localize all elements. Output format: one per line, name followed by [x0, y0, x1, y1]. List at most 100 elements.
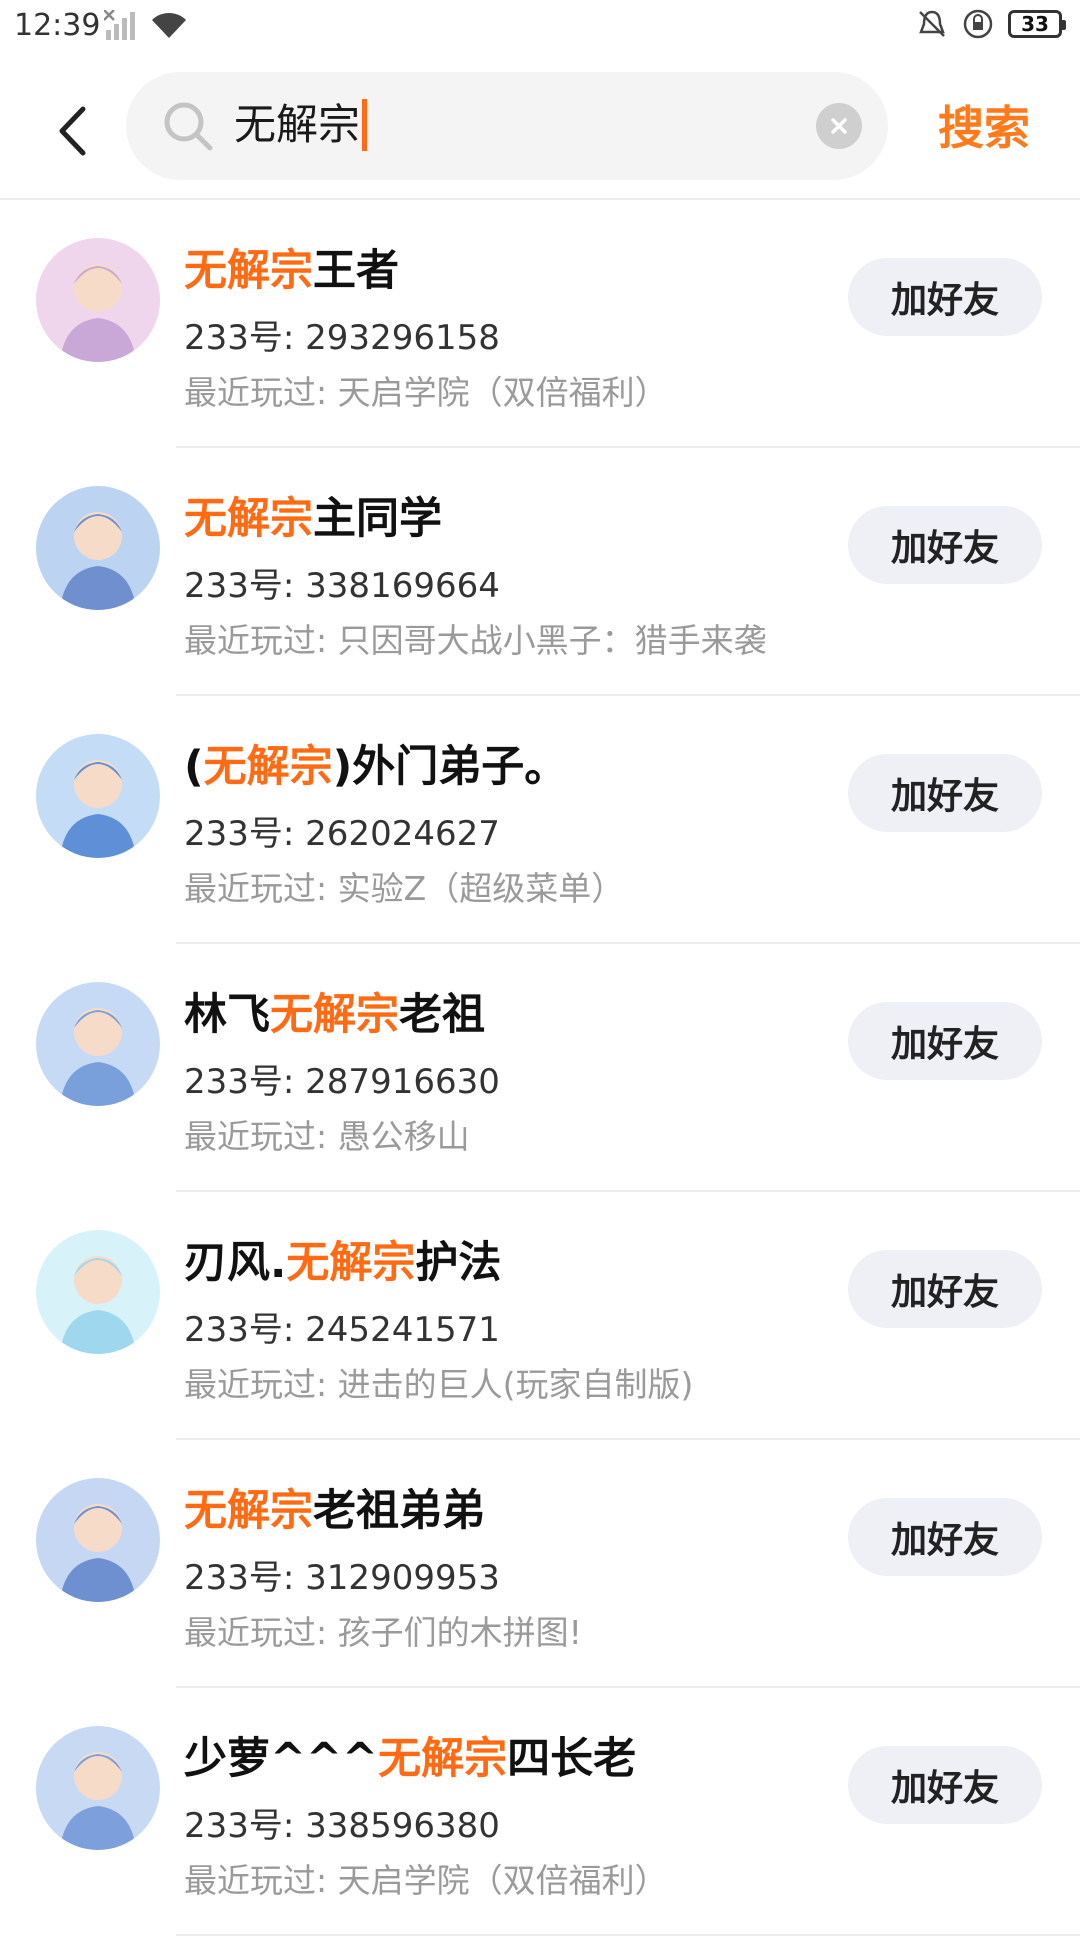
user-result-row[interactable]: (无解宗)外门弟子。 233号: 262024627 最近玩过: 实验Z（超级菜单）…: [0, 696, 1080, 944]
nickname-highlight: 无解宗: [184, 246, 313, 296]
nickname-highlight: 无解宗: [270, 990, 399, 1040]
back-button[interactable]: [44, 96, 100, 166]
nickname-highlight: 无解宗: [184, 494, 313, 544]
text-caret: [362, 99, 368, 151]
recently-played-label: 最近玩过:: [184, 1613, 338, 1652]
avatar-figure-icon: [36, 1478, 160, 1602]
user-avatar[interactable]: [36, 1230, 160, 1354]
user-id-label: 233号:: [184, 566, 306, 606]
cellular-signal-icon: [104, 10, 135, 40]
user-id: 233号: 245241571: [184, 1302, 500, 1351]
nickname-highlight: 无解宗: [184, 1486, 313, 1536]
search-header: 无解宗 搜索: [0, 56, 1080, 200]
nickname-part: 林飞: [184, 990, 270, 1040]
nickname-part: 护法: [415, 1238, 502, 1288]
search-input[interactable]: 无解宗: [234, 92, 794, 158]
user-id: 233号: 293296158: [184, 310, 500, 359]
user-id: 233号: 312909953: [184, 1550, 500, 1599]
user-id: 233号: 262024627: [184, 806, 500, 855]
user-nickname: 少萝^^^无解宗四长老: [184, 1724, 636, 1786]
search-results-list: 无解宗王者 233号: 293296158 最近玩过: 天启学院（双倍福利） 加好友无…: [0, 200, 1080, 1936]
add-friend-button[interactable]: 加好友: [848, 1746, 1042, 1824]
rotation-lock-icon: [963, 9, 993, 39]
recently-played-game: 愚公移山: [337, 1117, 470, 1156]
avatar-figure-icon: [36, 982, 160, 1106]
user-id-label: 233号:: [184, 1558, 306, 1598]
recently-played-game: 孩子们的木拼图!: [337, 1613, 582, 1652]
user-id: 233号: 338169664: [184, 558, 500, 607]
recently-played-game: 实验Z（超级菜单）: [337, 869, 625, 908]
avatar-figure-icon: [36, 238, 160, 362]
nickname-part: 四长老: [507, 1734, 637, 1784]
search-box[interactable]: 无解宗: [126, 72, 888, 180]
recently-played-label: 最近玩过:: [184, 869, 338, 908]
user-result-row[interactable]: 少萝^^^无解宗四长老 233号: 338596380 最近玩过: 天启学院（双倍福…: [0, 1688, 1080, 1936]
add-friend-button[interactable]: 加好友: [848, 1498, 1042, 1576]
nickname-part: 老祖: [399, 990, 485, 1040]
user-avatar[interactable]: [36, 734, 160, 858]
user-id-label: 233号:: [184, 1062, 306, 1102]
mute-bell-icon: [919, 10, 945, 37]
user-id: 233号: 338596380: [184, 1798, 500, 1847]
add-friend-button[interactable]: 加好友: [848, 506, 1042, 584]
recently-played-label: 最近玩过:: [184, 1117, 338, 1156]
recently-played-game: 进击的巨人(玩家自制版): [337, 1365, 694, 1404]
nickname-part: 刃风.: [184, 1238, 287, 1288]
recently-played: 最近玩过: 进击的巨人(玩家自制版): [184, 1358, 693, 1406]
user-avatar[interactable]: [36, 486, 160, 610]
recently-played-game: 只因哥大战小黑子：猎手来袭: [337, 621, 767, 660]
user-result-row[interactable]: 无解宗主同学 233号: 338169664 最近玩过: 只因哥大战小黑子：猎手来袭…: [0, 448, 1080, 696]
clear-search-button[interactable]: [816, 103, 862, 149]
user-avatar[interactable]: [36, 982, 160, 1106]
user-id: 233号: 287916630: [184, 1054, 500, 1103]
recently-played-label: 最近玩过:: [184, 1861, 338, 1900]
nickname-part: 少萝^^^: [184, 1734, 379, 1784]
user-id-label: 233号:: [184, 1310, 306, 1350]
nickname-part: (: [184, 742, 204, 792]
recently-played: 最近玩过: 天启学院（双倍福利）: [184, 366, 668, 414]
user-id-value: 312909953: [305, 1558, 500, 1598]
user-id-value: 245241571: [305, 1310, 500, 1350]
user-nickname: 无解宗老祖弟弟: [184, 1476, 485, 1538]
nickname-part: 王者: [313, 246, 399, 296]
user-nickname: 无解宗主同学: [184, 484, 442, 546]
avatar-figure-icon: [36, 1726, 160, 1850]
close-icon: [831, 118, 847, 134]
recently-played: 最近玩过: 只因哥大战小黑子：猎手来袭: [184, 614, 767, 662]
user-id-value: 338169664: [305, 566, 500, 606]
battery-indicator: 33: [1008, 10, 1066, 38]
recently-played-label: 最近玩过:: [184, 1365, 338, 1404]
avatar-figure-icon: [36, 1230, 160, 1354]
nickname-highlight: 无解宗: [203, 742, 333, 792]
add-friend-button[interactable]: 加好友: [848, 1250, 1042, 1328]
recently-played-game: 天启学院（双倍福利）: [337, 1861, 668, 1900]
user-id-label: 233号:: [184, 318, 306, 358]
nickname-highlight: 无解宗: [378, 1734, 508, 1784]
avatar-figure-icon: [36, 486, 160, 610]
search-button[interactable]: 搜索: [938, 92, 1030, 158]
recently-played-game: 天启学院（双倍福利）: [337, 373, 668, 412]
search-query-text: 无解宗: [234, 100, 361, 149]
nickname-highlight: 无解宗: [286, 1238, 416, 1288]
user-id-label: 233号:: [184, 814, 306, 854]
user-avatar[interactable]: [36, 1726, 160, 1850]
add-friend-button[interactable]: 加好友: [848, 1002, 1042, 1080]
add-friend-button[interactable]: 加好友: [848, 754, 1042, 832]
user-result-row[interactable]: 无解宗老祖弟弟 233号: 312909953 最近玩过: 孩子们的木拼图! 加好友: [0, 1440, 1080, 1688]
user-id-value: 293296158: [305, 318, 500, 358]
back-arrow-icon: [59, 106, 86, 156]
user-nickname: 林飞无解宗老祖: [184, 980, 485, 1042]
wifi-icon: [152, 12, 186, 38]
user-avatar[interactable]: [36, 1478, 160, 1602]
search-icon: [164, 102, 213, 151]
add-friend-button[interactable]: 加好友: [848, 258, 1042, 336]
user-id-value: 338596380: [305, 1806, 500, 1846]
user-avatar[interactable]: [36, 238, 160, 362]
user-result-row[interactable]: 刃风.无解宗护法 233号: 245241571 最近玩过: 进击的巨人(玩家自制版…: [0, 1192, 1080, 1440]
recently-played-label: 最近玩过:: [184, 373, 338, 412]
user-id-label: 233号:: [184, 1806, 306, 1846]
nickname-part: 老祖弟弟: [313, 1486, 485, 1536]
user-result-row[interactable]: 无解宗王者 233号: 293296158 最近玩过: 天启学院（双倍福利） 加好友: [0, 200, 1080, 448]
user-result-row[interactable]: 林飞无解宗老祖 233号: 287916630 最近玩过: 愚公移山 加好友: [0, 944, 1080, 1192]
avatar-figure-icon: [36, 734, 160, 858]
